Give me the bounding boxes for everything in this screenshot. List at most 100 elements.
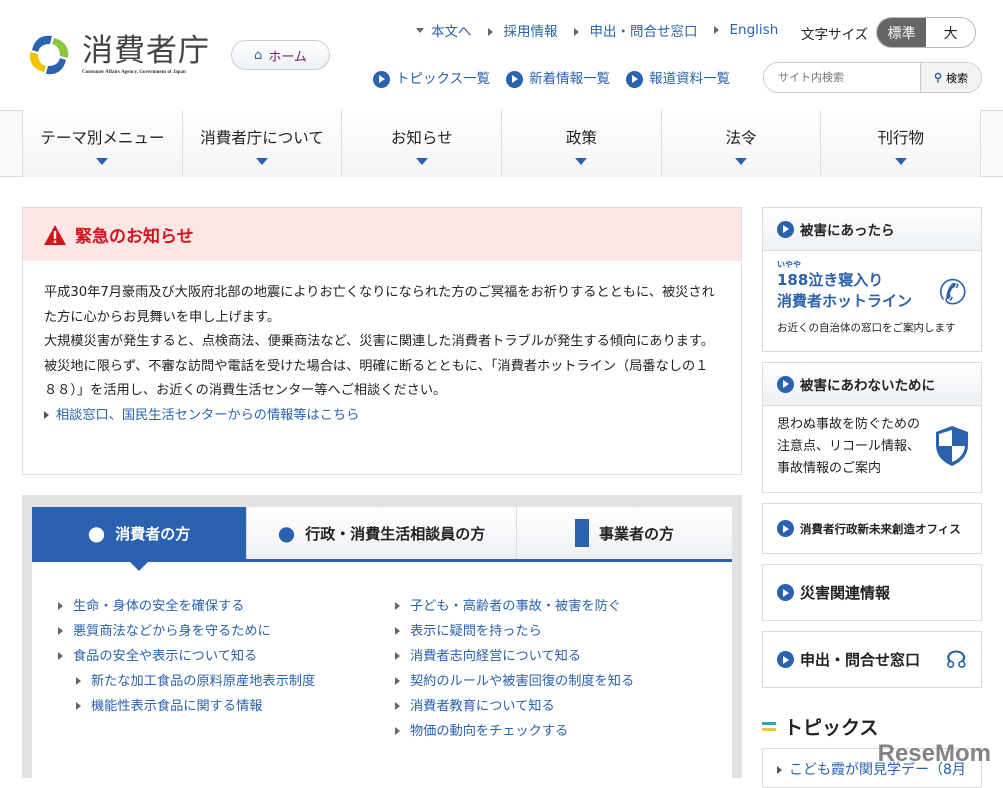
operator-icon: ☊	[945, 645, 967, 674]
nav-label: 消費者庁について	[200, 129, 324, 147]
search-icon: ⚲	[933, 72, 943, 84]
logo-subtitle: Consumer Affairs Agency, Government of J…	[82, 69, 186, 75]
consumer-links-left: 生命・身体の安全を確保する 悪質商法などから身を守るために 食品の安全や表示について…	[58, 594, 395, 744]
chevron-down-icon	[96, 158, 109, 171]
sub-links: トピックス一覧 新着情報一覧 報道資料一覧	[373, 67, 730, 88]
english-link[interactable]: English	[714, 22, 779, 38]
phone-icon: ✆	[938, 273, 968, 313]
nav-label: 刊行物	[877, 129, 924, 147]
disaster-info-button[interactable]: 災害関連情報	[762, 564, 982, 621]
home-icon: ⌂	[254, 47, 263, 63]
consumer-link[interactable]: 消費者志向経営について知る	[395, 644, 732, 669]
play-circle-icon	[777, 220, 794, 238]
top-links: 本文へ 採用情報 申出・問合せ窓口 English	[416, 20, 778, 40]
chevron-down-icon	[256, 158, 268, 171]
consumer-link[interactable]: 表示に疑問を持ったら	[395, 619, 732, 644]
notice-title: 緊急のお知らせ	[75, 227, 194, 247]
nav-publications[interactable]: 刊行物	[821, 110, 982, 177]
logo-mark-icon	[29, 35, 69, 75]
topics-list-link[interactable]: トピックス一覧	[373, 67, 490, 88]
home-button[interactable]: ⌂ ホーム	[231, 40, 330, 70]
nav-label: テーマ別メニュー	[40, 129, 165, 147]
contact-link[interactable]: 申出・問合せ窓口	[574, 20, 698, 40]
nav-label: 政策	[565, 129, 597, 147]
global-nav: テーマ別メニュー 消費者庁について お知らせ 政策 法令 刊行物	[22, 110, 982, 177]
search-input[interactable]	[764, 63, 920, 92]
play-circle-icon	[777, 584, 794, 601]
resemom-watermark: ReseMom	[877, 740, 991, 767]
nav-laws[interactable]: 法令	[661, 110, 822, 177]
consumer-link[interactable]: 生命・身体の安全を確保する	[58, 594, 395, 619]
damage-hotline-box: 被害にあったら いやや 188泣き寝入り 消費者ホットライン お近くの自治体の窓…	[762, 207, 982, 352]
tab-administration[interactable]: ● 行政・消費生活相談員の方	[247, 507, 517, 559]
consumer-link[interactable]: 食品の安全や表示について知る	[58, 644, 395, 669]
consumer-link[interactable]: 物価の動向をチェックする	[395, 719, 732, 744]
press-list-link[interactable]: 報道資料一覧	[626, 67, 730, 88]
consumer-links-right: 子ども・高齢者の事故・被害を防ぐ 表示に疑問を持ったら 消費者志向経営について知る契…	[395, 594, 732, 744]
consultation-info-link[interactable]: 相談窓口、国民生活センターからの情報等はこちら	[44, 408, 359, 423]
font-size-standard[interactable]: 標準	[877, 18, 927, 47]
audience-tabs-panel: ● 消費者の方 ● 行政・消費生活相談員の方 事業者の方 生命・身体の安全を確保する…	[22, 495, 742, 778]
emergency-notice: 緊急のお知らせ 平成30年7月豪雨及び大阪府北部の地震によりお亡くなりになられた…	[22, 207, 742, 475]
home-label: ホーム	[268, 49, 307, 65]
shield-icon	[936, 426, 968, 466]
notice-paragraph: 大規模災害が発生すると、点検商法、便乗商法など、災害に関連した消費者トラブルが発…	[44, 334, 715, 349]
future-office-button[interactable]: 消費者行政新未来創造オフィス	[762, 503, 982, 554]
play-circle-icon	[373, 70, 390, 88]
font-size-control: 文字サイズ 標準大	[801, 17, 977, 48]
tab-label: 行政・消費生活相談員の方	[305, 524, 486, 543]
button-label: 災害関連情報	[800, 584, 891, 602]
consumer-link[interactable]: 新たな加工食品の原料原産地表示制度	[58, 669, 395, 694]
prevention-box: 被害にあわないために 思わぬ事故を防ぐための注意点、リコール情報、事故情報のご案…	[762, 362, 982, 493]
tab-consumers[interactable]: ● 消費者の方	[32, 507, 247, 571]
skip-to-content-link[interactable]: 本文へ	[416, 20, 472, 40]
search-button[interactable]: ⚲ 検索	[920, 63, 981, 92]
nav-label: お知らせ	[390, 129, 453, 147]
font-size-large[interactable]: 大	[926, 18, 975, 47]
font-size-label: 文字サイズ	[801, 26, 869, 43]
play-circle-icon	[777, 375, 794, 393]
tab-label: 事業者の方	[598, 524, 674, 543]
topics-bar-icon	[762, 722, 776, 731]
news-list-link[interactable]: 新着情報一覧	[506, 67, 610, 88]
notice-paragraph: 平成30年7月豪雨及び大阪府北部の地震によりお亡くなりになられた方のご冥福をお祈…	[44, 285, 715, 325]
contact-window-button[interactable]: 申出・問合せ窓口 ☊	[762, 631, 982, 688]
link-label: トピックス一覧	[396, 71, 491, 87]
consumer-link[interactable]: 契約のルールや被害回復の制度を知る	[395, 669, 732, 694]
play-circle-icon	[777, 651, 794, 668]
nav-policy[interactable]: 政策	[502, 110, 662, 177]
play-circle-icon	[506, 70, 524, 88]
nav-about[interactable]: 消費者庁について	[182, 110, 343, 177]
topics-title: トピックス	[784, 717, 879, 739]
link-label: 新着情報一覧	[529, 71, 611, 87]
consumer-link[interactable]: 消費者教育について知る	[395, 694, 732, 719]
search-form: ⚲検索	[763, 62, 982, 93]
logo-text: 消費者庁	[82, 32, 210, 69]
search-button-label: 検索	[946, 72, 969, 85]
recruit-link[interactable]: 採用情報	[488, 20, 558, 40]
button-label: 申出・問合せ窓口	[800, 651, 921, 669]
site-logo[interactable]: 消費者庁 Consumer Affairs Agency, Government…	[22, 28, 210, 82]
businessman-icon: ●	[277, 521, 296, 545]
link-label: 報道資料一覧	[649, 71, 731, 87]
hotline-desc: お近くの自治体の窓口をご案内します	[777, 322, 956, 334]
box-title[interactable]: 被害にあわないために	[800, 374, 935, 394]
consumer-link[interactable]: 子ども・高齢者の事故・被害を防ぐ	[395, 594, 732, 619]
nav-news[interactable]: お知らせ	[342, 110, 503, 177]
play-circle-icon	[777, 520, 794, 537]
chevron-down-icon	[415, 158, 428, 171]
tab-businesses[interactable]: 事業者の方	[517, 507, 732, 559]
chevron-down-icon	[575, 158, 588, 171]
consumer-link[interactable]: 悪質商法などから身を守るために	[58, 619, 395, 644]
button-label: 消費者行政新未来創造オフィス	[800, 521, 961, 536]
play-circle-icon	[626, 70, 644, 88]
hotline-ruby: いやや	[777, 260, 801, 269]
consumer-link[interactable]: 機能性表示食品に関する情報	[58, 694, 395, 719]
nav-label: 法令	[725, 129, 757, 147]
chevron-down-icon	[735, 158, 748, 171]
nav-theme-menu[interactable]: テーマ別メニュー	[23, 110, 183, 177]
box-title[interactable]: 被害にあったら	[800, 219, 895, 239]
tab-label: 消費者の方	[115, 524, 191, 543]
chevron-down-icon	[894, 158, 907, 171]
notice-paragraph: 被災地に限らず、不審な訪問や電話を受けた場合は、明確に断るとともに、「消費者ホッ…	[44, 358, 709, 399]
